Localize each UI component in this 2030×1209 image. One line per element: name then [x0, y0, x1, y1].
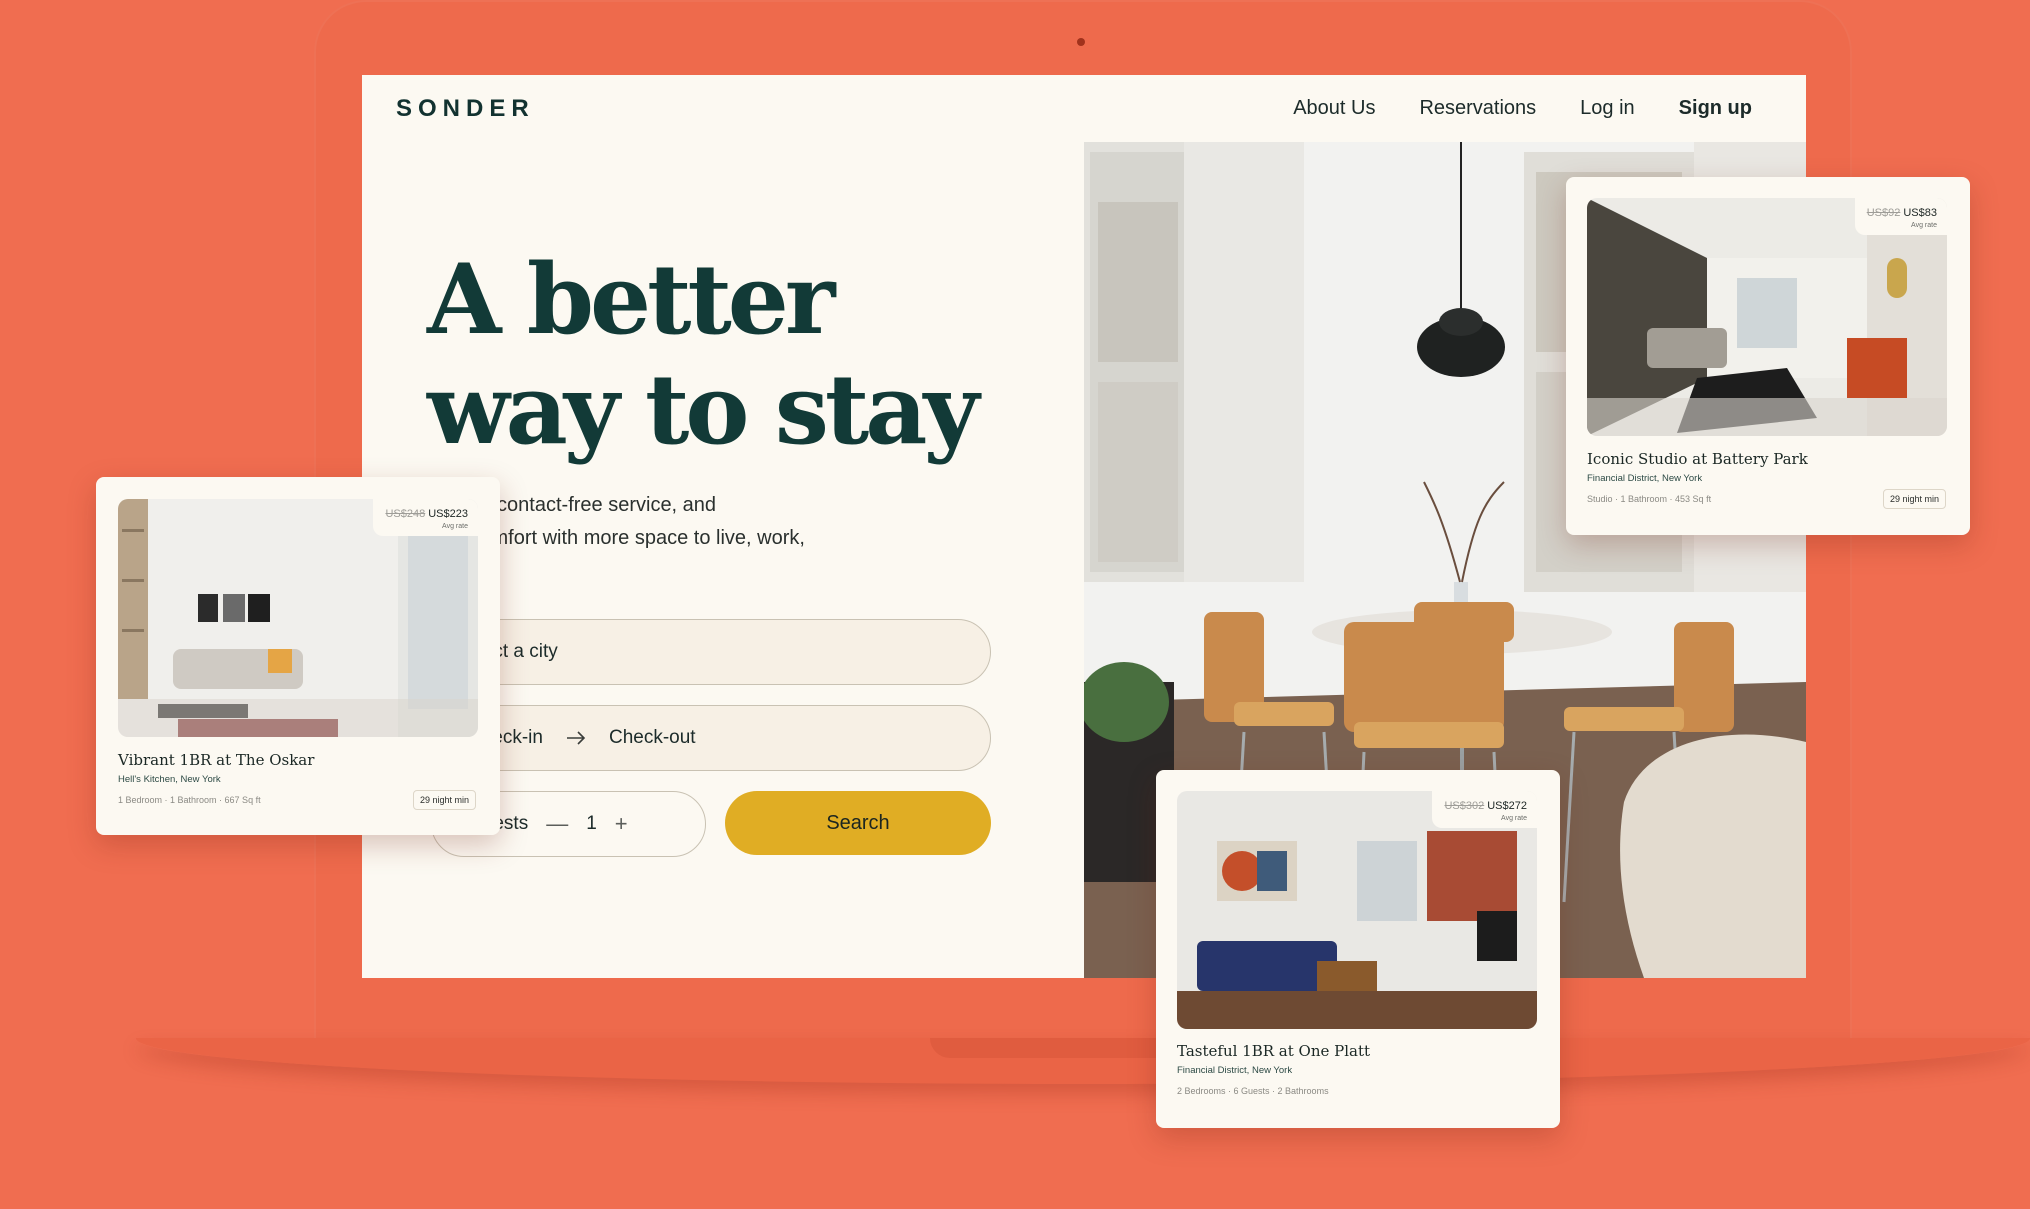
date-range-picker[interactable]: Check-in Check-out	[431, 705, 991, 771]
discount-price: US$272	[1487, 800, 1527, 812]
listing-location: Hell's Kitchen, New York	[118, 774, 221, 785]
checkout-field[interactable]: Check-out	[609, 727, 696, 749]
plus-icon[interactable]: +	[615, 811, 628, 837]
price-tag: US$92 US$83 Avg rate	[1854, 198, 1947, 235]
minus-icon[interactable]: —	[546, 811, 568, 837]
camera-dot	[1077, 38, 1085, 46]
sonder-logo[interactable]: SONDER	[396, 95, 535, 123]
min-nights-badge: 29 night min	[1882, 489, 1946, 509]
listing-specs: Studio · 1 Bathroom · 453 Sq ft	[1587, 494, 1712, 504]
price-tag: US$248 US$223 Avg rate	[373, 499, 478, 536]
nav-log-in[interactable]: Log in	[1580, 97, 1635, 120]
nav-about-us[interactable]: About Us	[1293, 97, 1375, 120]
avg-rate-label: Avg rate	[442, 523, 468, 530]
listing-title[interactable]: Vibrant 1BR at The Oskar	[118, 751, 314, 769]
hero-title: A better way to stay	[427, 245, 987, 465]
nav-reservations[interactable]: Reservations	[1419, 97, 1536, 120]
discount-price: US$223	[428, 508, 468, 520]
listing-photo: US$302 US$272 Avg rate	[1177, 791, 1537, 1029]
listing-card-oskar[interactable]: US$248 US$223 Avg rate Vibrant 1BR at The…	[96, 477, 500, 835]
listing-specs: 1 Bedroom · 1 Bathroom · 667 Sq ft	[118, 795, 261, 805]
avg-rate-label: Avg rate	[1911, 222, 1937, 229]
guests-count: 1	[586, 813, 597, 834]
city-select-input[interactable]: elect a city	[431, 619, 991, 685]
original-price: US$248	[385, 508, 426, 520]
hero-title-line2: way to stay	[427, 353, 979, 466]
search-button[interactable]: Search	[725, 791, 991, 855]
arrow-right-icon	[566, 731, 586, 745]
discount-price: US$83	[1903, 207, 1937, 219]
listing-card-battery-park[interactable]: US$92 US$83 Avg rate Iconic Studio at Bat…	[1566, 177, 1970, 535]
avg-rate-label: Avg rate	[1501, 815, 1527, 822]
listing-photo: US$92 US$83 Avg rate	[1587, 198, 1947, 436]
top-nav: About Us Reservations Log in Sign up	[1293, 97, 1752, 120]
listing-card-one-platt[interactable]: US$302 US$272 Avg rate Tasteful 1BR at On…	[1156, 770, 1560, 1128]
original-price: US$302	[1444, 800, 1485, 812]
listing-location: Financial District, New York	[1177, 1065, 1293, 1076]
listing-specs: 2 Bedrooms · 6 Guests · 2 Bathrooms	[1177, 1086, 1329, 1096]
listing-title[interactable]: Tasteful 1BR at One Platt	[1177, 1042, 1370, 1060]
original-price: US$92	[1866, 207, 1901, 219]
hero-title-line1: A better	[427, 243, 835, 356]
nav-sign-up[interactable]: Sign up	[1679, 97, 1752, 120]
listing-title[interactable]: Iconic Studio at Battery Park	[1587, 450, 1808, 468]
listing-location: Financial District, New York	[1587, 473, 1703, 484]
listing-photo: US$248 US$223 Avg rate	[118, 499, 478, 737]
min-nights-badge: 29 night min	[412, 790, 476, 810]
price-tag: US$302 US$272 Avg rate	[1432, 791, 1537, 828]
